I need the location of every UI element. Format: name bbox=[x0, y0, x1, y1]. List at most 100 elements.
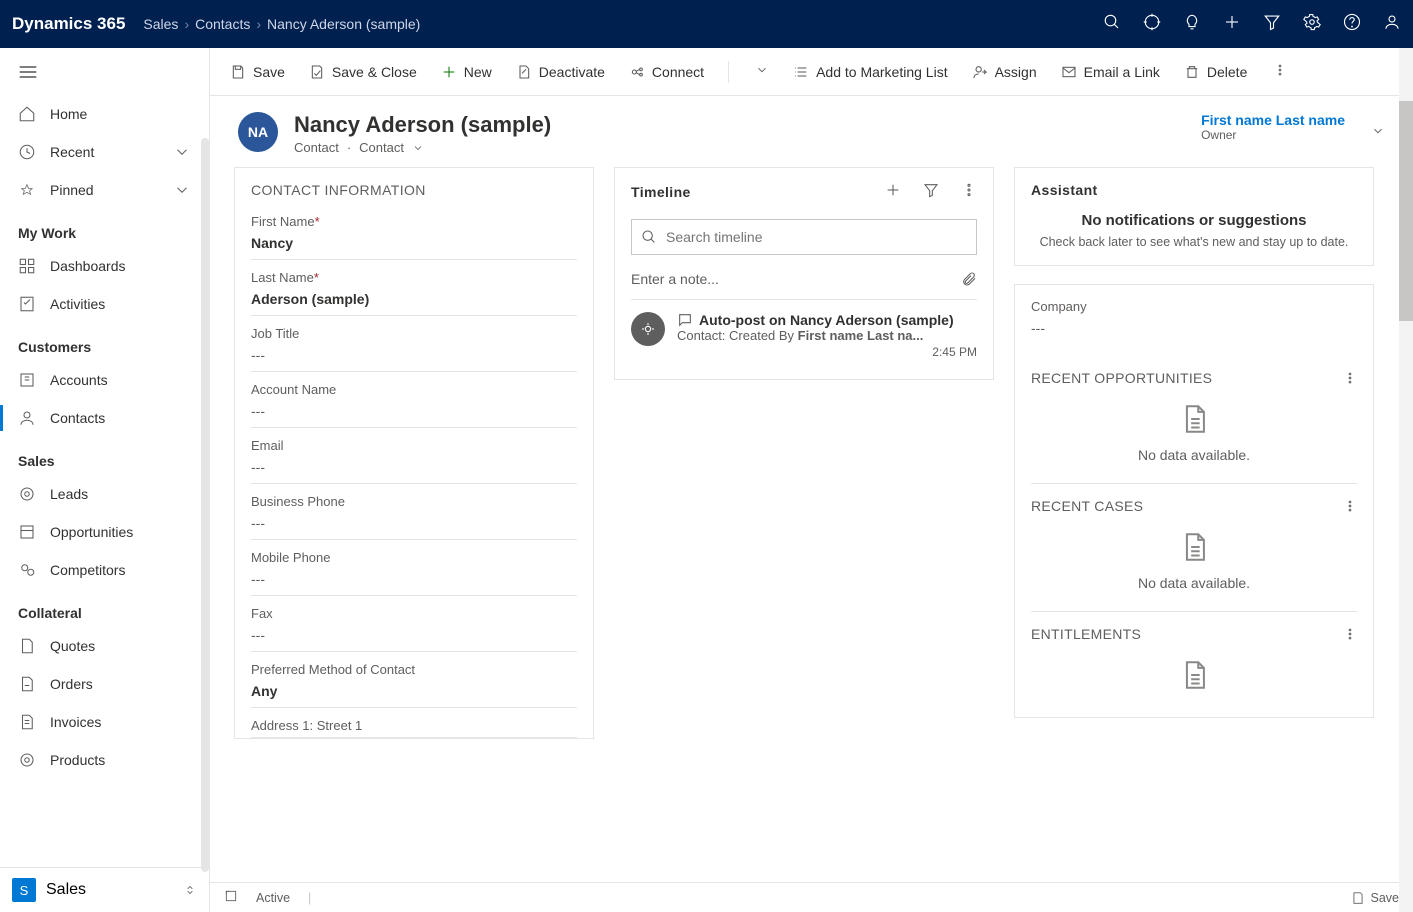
cmd-label: Deactivate bbox=[539, 64, 605, 80]
help-icon[interactable] bbox=[1343, 13, 1361, 36]
sidebar-item-label: Competitors bbox=[50, 562, 125, 578]
popout-button[interactable] bbox=[224, 889, 238, 906]
field-value[interactable]: Aderson (sample) bbox=[251, 285, 577, 311]
account-icon bbox=[18, 371, 36, 389]
contact-info-card: CONTACT INFORMATION First Name*NancyLast… bbox=[234, 167, 594, 739]
sidebar-item-accounts[interactable]: Accounts bbox=[0, 361, 209, 399]
field-value[interactable]: --- bbox=[251, 509, 577, 535]
chevron-down-icon bbox=[412, 142, 424, 154]
field-value[interactable]: --- bbox=[251, 621, 577, 647]
form-label[interactable]: Contact bbox=[359, 140, 404, 155]
page-scrollbar[interactable] bbox=[1399, 48, 1413, 912]
field-value[interactable]: --- bbox=[251, 341, 577, 367]
form-field[interactable]: Preferred Method of ContactAny bbox=[251, 652, 577, 708]
filter-icon[interactable] bbox=[1263, 13, 1281, 36]
more-commands-button[interactable] bbox=[1273, 63, 1287, 80]
person-icon[interactable] bbox=[1383, 13, 1401, 36]
hamburger-button[interactable] bbox=[0, 48, 209, 95]
status-save-button[interactable]: Save bbox=[1351, 891, 1400, 905]
timeline-add-button[interactable] bbox=[885, 182, 901, 201]
contact-icon bbox=[18, 409, 36, 427]
assistant-card: Assistant No notifications or suggestion… bbox=[1014, 167, 1374, 266]
save-close-button[interactable]: Save & Close bbox=[309, 64, 417, 80]
delete-button[interactable]: Delete bbox=[1184, 64, 1247, 80]
save-button[interactable]: Save bbox=[230, 64, 285, 80]
lightbulb-icon[interactable] bbox=[1183, 13, 1201, 36]
form-field[interactable]: Account Name--- bbox=[251, 372, 577, 428]
sidebar-app-switcher[interactable]: S Sales bbox=[0, 867, 209, 912]
gear-icon[interactable] bbox=[1303, 13, 1321, 36]
company-value[interactable]: --- bbox=[1031, 314, 1357, 340]
search-icon[interactable] bbox=[1103, 13, 1121, 36]
form-field[interactable]: Address 1: Street 1 bbox=[251, 708, 577, 738]
autopost-icon bbox=[631, 312, 665, 346]
deactivate-button[interactable]: Deactivate bbox=[516, 64, 605, 80]
sidebar-item-dashboards[interactable]: Dashboards bbox=[0, 247, 209, 285]
timeline-item[interactable]: Auto-post on Nancy Aderson (sample) Cont… bbox=[631, 300, 977, 363]
field-value[interactable]: Any bbox=[251, 677, 577, 703]
more-vertical-icon bbox=[1273, 63, 1287, 77]
header-expand-button[interactable] bbox=[1371, 124, 1385, 143]
field-value[interactable]: --- bbox=[251, 397, 577, 423]
field-value[interactable]: --- bbox=[251, 565, 577, 591]
field-value[interactable]: --- bbox=[251, 453, 577, 479]
cmd-label: Delete bbox=[1207, 64, 1247, 80]
sidebar-group-mywork: My Work bbox=[0, 209, 209, 247]
more-vertical-icon[interactable] bbox=[1343, 499, 1357, 513]
more-vertical-icon[interactable] bbox=[1343, 627, 1357, 641]
breadcrumb-item[interactable]: Nancy Aderson (sample) bbox=[267, 16, 420, 32]
status-active[interactable]: Active bbox=[256, 891, 290, 905]
sidebar-item-opportunities[interactable]: Opportunities bbox=[0, 513, 209, 551]
connect-dropdown[interactable] bbox=[755, 63, 769, 80]
form-field[interactable]: Email--- bbox=[251, 428, 577, 484]
chevron-down-icon bbox=[173, 181, 191, 199]
timeline-more-button[interactable] bbox=[961, 182, 977, 201]
form-field[interactable]: Job Title--- bbox=[251, 316, 577, 372]
plus-icon bbox=[441, 64, 457, 80]
sidebar-item-pinned[interactable]: Pinned bbox=[0, 171, 209, 209]
form-field[interactable]: Mobile Phone--- bbox=[251, 540, 577, 596]
connect-button[interactable]: Connect bbox=[629, 64, 704, 80]
form-field[interactable]: Last Name*Aderson (sample) bbox=[251, 260, 577, 316]
chevron-right-icon: › bbox=[256, 16, 261, 32]
timeline-note-input[interactable]: Enter a note... bbox=[631, 263, 977, 300]
comp-icon bbox=[18, 561, 36, 579]
target-icon[interactable] bbox=[1143, 13, 1161, 36]
cmd-label: Email a Link bbox=[1084, 64, 1160, 80]
sidebar-group-sales: Sales bbox=[0, 437, 209, 475]
breadcrumb-item[interactable]: Contacts bbox=[195, 16, 250, 32]
sidebar-item-contacts[interactable]: Contacts bbox=[0, 399, 209, 437]
field-label: Preferred Method of Contact bbox=[251, 662, 577, 677]
sidebar-item-recent[interactable]: Recent bbox=[0, 133, 209, 171]
plus-icon[interactable] bbox=[1223, 13, 1241, 36]
sidebar-item-quotes[interactable]: Quotes bbox=[0, 627, 209, 665]
sidebar-item-activities[interactable]: Activities bbox=[0, 285, 209, 323]
timeline-search-input[interactable] bbox=[631, 219, 977, 255]
attachment-icon[interactable] bbox=[961, 271, 977, 287]
sidebar-scrollbar[interactable] bbox=[201, 138, 209, 872]
sidebar-item-orders[interactable]: Orders bbox=[0, 665, 209, 703]
sidebar-item-leads[interactable]: Leads bbox=[0, 475, 209, 513]
form-field[interactable]: Business Phone--- bbox=[251, 484, 577, 540]
field-value[interactable]: Nancy bbox=[251, 229, 577, 255]
new-button[interactable]: New bbox=[441, 64, 492, 80]
sidebar-item-home[interactable]: Home bbox=[0, 95, 209, 133]
more-vertical-icon[interactable] bbox=[1343, 371, 1357, 385]
nodata-text: No data available. bbox=[1031, 575, 1357, 591]
timeline-search[interactable] bbox=[631, 219, 977, 255]
breadcrumb-item[interactable]: Sales bbox=[143, 16, 178, 32]
form-field[interactable]: Fax--- bbox=[251, 596, 577, 652]
add-marketinglist-button[interactable]: Add to Marketing List bbox=[793, 64, 948, 80]
owner-field[interactable]: First name Last name Owner bbox=[1201, 112, 1355, 142]
main-area: Save Save & Close New Deactivate Connect bbox=[210, 48, 1413, 912]
assign-button[interactable]: Assign bbox=[972, 64, 1037, 80]
assistant-title: No notifications or suggestions bbox=[1029, 212, 1359, 229]
assign-icon bbox=[972, 64, 988, 80]
email-link-button[interactable]: Email a Link bbox=[1061, 64, 1160, 80]
sidebar-item-invoices[interactable]: Invoices bbox=[0, 703, 209, 741]
form-field[interactable]: First Name*Nancy bbox=[251, 204, 577, 260]
product-icon bbox=[18, 751, 36, 769]
timeline-filter-button[interactable] bbox=[923, 182, 939, 201]
sidebar-item-products[interactable]: Products bbox=[0, 741, 209, 779]
sidebar-item-competitors[interactable]: Competitors bbox=[0, 551, 209, 589]
